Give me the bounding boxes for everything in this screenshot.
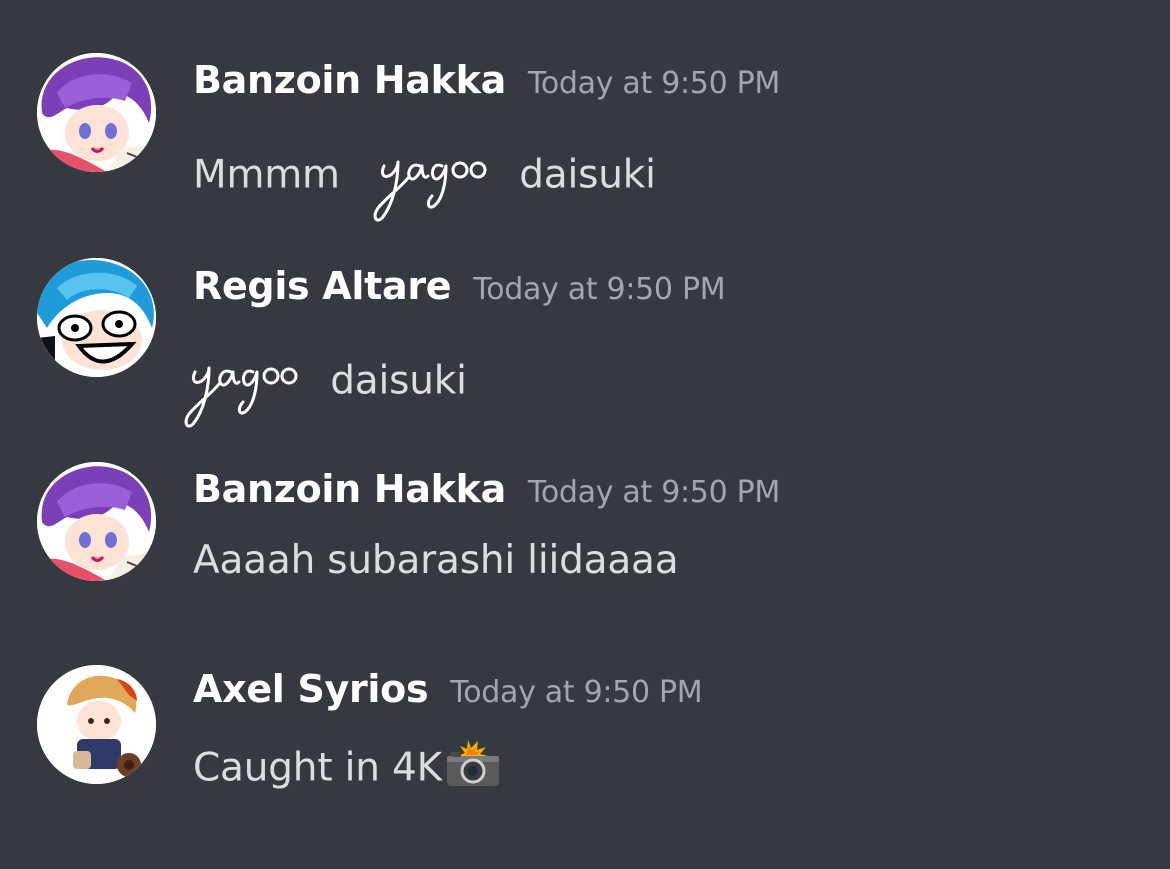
message-content: daisuki — [184, 336, 467, 428]
message-content: Mmmm daisuki — [193, 130, 656, 222]
message-item: Banzoin Hakka Today at 9:50 PM Mmmm daisu… — [0, 0, 1170, 222]
message-content: Aaaah subarashi liidaaaa — [193, 536, 679, 583]
banzoin-hakka-avatar-icon — [37, 53, 156, 172]
timestamp: Today at 9:50 PM — [473, 272, 726, 307]
message-header: Regis Altare Today at 9:50 PM — [193, 264, 726, 308]
chat-message-list: Banzoin Hakka Today at 9:50 PM Mmmm daisu… — [0, 0, 1170, 869]
username[interactable]: Axel Syrios — [193, 667, 429, 711]
avatar[interactable] — [37, 665, 156, 784]
username[interactable]: Banzoin Hakka — [193, 467, 506, 511]
avatar[interactable] — [37, 462, 156, 581]
message-text: daisuki — [519, 152, 656, 198]
message-text: daisuki — [330, 358, 467, 404]
message-text: Caught in 4K — [193, 745, 442, 791]
message-content: Caught in 4K — [193, 738, 502, 798]
message-text: Mmmm — [193, 152, 340, 198]
username[interactable]: Regis Altare — [193, 264, 452, 308]
timestamp: Today at 9:50 PM — [527, 66, 780, 101]
username[interactable]: Banzoin Hakka — [193, 58, 506, 102]
avatar[interactable] — [37, 53, 156, 172]
timestamp: Today at 9:50 PM — [450, 675, 703, 710]
message-header: Axel Syrios Today at 9:50 PM — [193, 667, 703, 711]
message-item: Banzoin Hakka Today at 9:50 PM Aaaah suba… — [0, 420, 1170, 620]
message-text: Aaaah subarashi liidaaaa — [193, 538, 679, 583]
message-header: Banzoin Hakka Today at 9:50 PM — [193, 58, 780, 102]
timestamp: Today at 9:50 PM — [527, 475, 780, 510]
regis-altare-avatar-icon — [37, 258, 156, 377]
banzoin-hakka-avatar-icon — [37, 462, 156, 581]
message-header: Banzoin Hakka Today at 9:50 PM — [193, 467, 780, 511]
avatar[interactable] — [37, 258, 156, 377]
message-item: Axel Syrios Today at 9:50 PM Caught in 4K — [0, 620, 1170, 869]
message-item: Regis Altare Today at 9:50 PM daisuki — [0, 220, 1170, 428]
camera-flash-icon — [444, 738, 502, 798]
axel-syrios-avatar-icon — [37, 665, 156, 784]
